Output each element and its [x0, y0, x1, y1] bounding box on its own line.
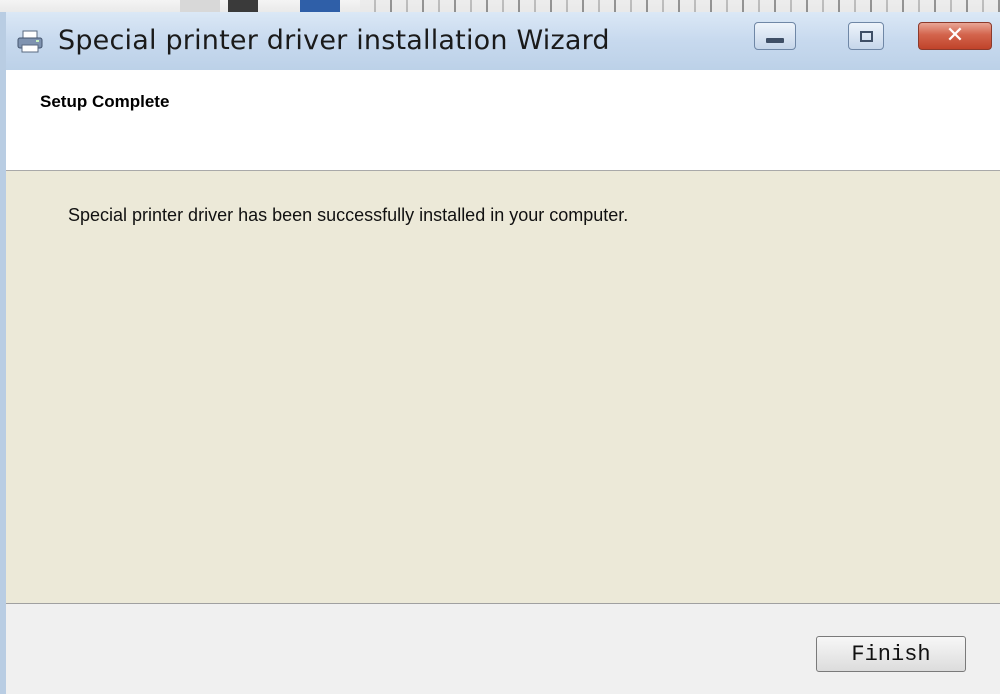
page-title: Setup Complete: [40, 92, 170, 111]
wizard-client-area: Setup Complete Special printer driver ha…: [6, 70, 1000, 694]
maximize-button[interactable]: [848, 22, 884, 50]
title-bar[interactable]: Special printer driver installation Wiza…: [6, 12, 1000, 70]
window-title: Special printer driver installation Wiza…: [58, 25, 610, 56]
minimize-icon: [766, 37, 784, 43]
wizard-footer: Finish: [6, 603, 1000, 694]
maximize-icon: [859, 30, 873, 42]
close-icon: ✕: [945, 23, 965, 48]
finish-button[interactable]: Finish: [816, 636, 966, 672]
wizard-content: Special printer driver has been successf…: [6, 171, 1000, 603]
installer-window: Special printer driver installation Wiza…: [0, 12, 1000, 694]
printer-icon: [17, 30, 43, 53]
wizard-header: Setup Complete: [6, 70, 1000, 171]
minimize-button[interactable]: [754, 22, 796, 50]
completion-message: Special printer driver has been successf…: [68, 205, 629, 225]
close-button[interactable]: ✕: [918, 22, 992, 50]
